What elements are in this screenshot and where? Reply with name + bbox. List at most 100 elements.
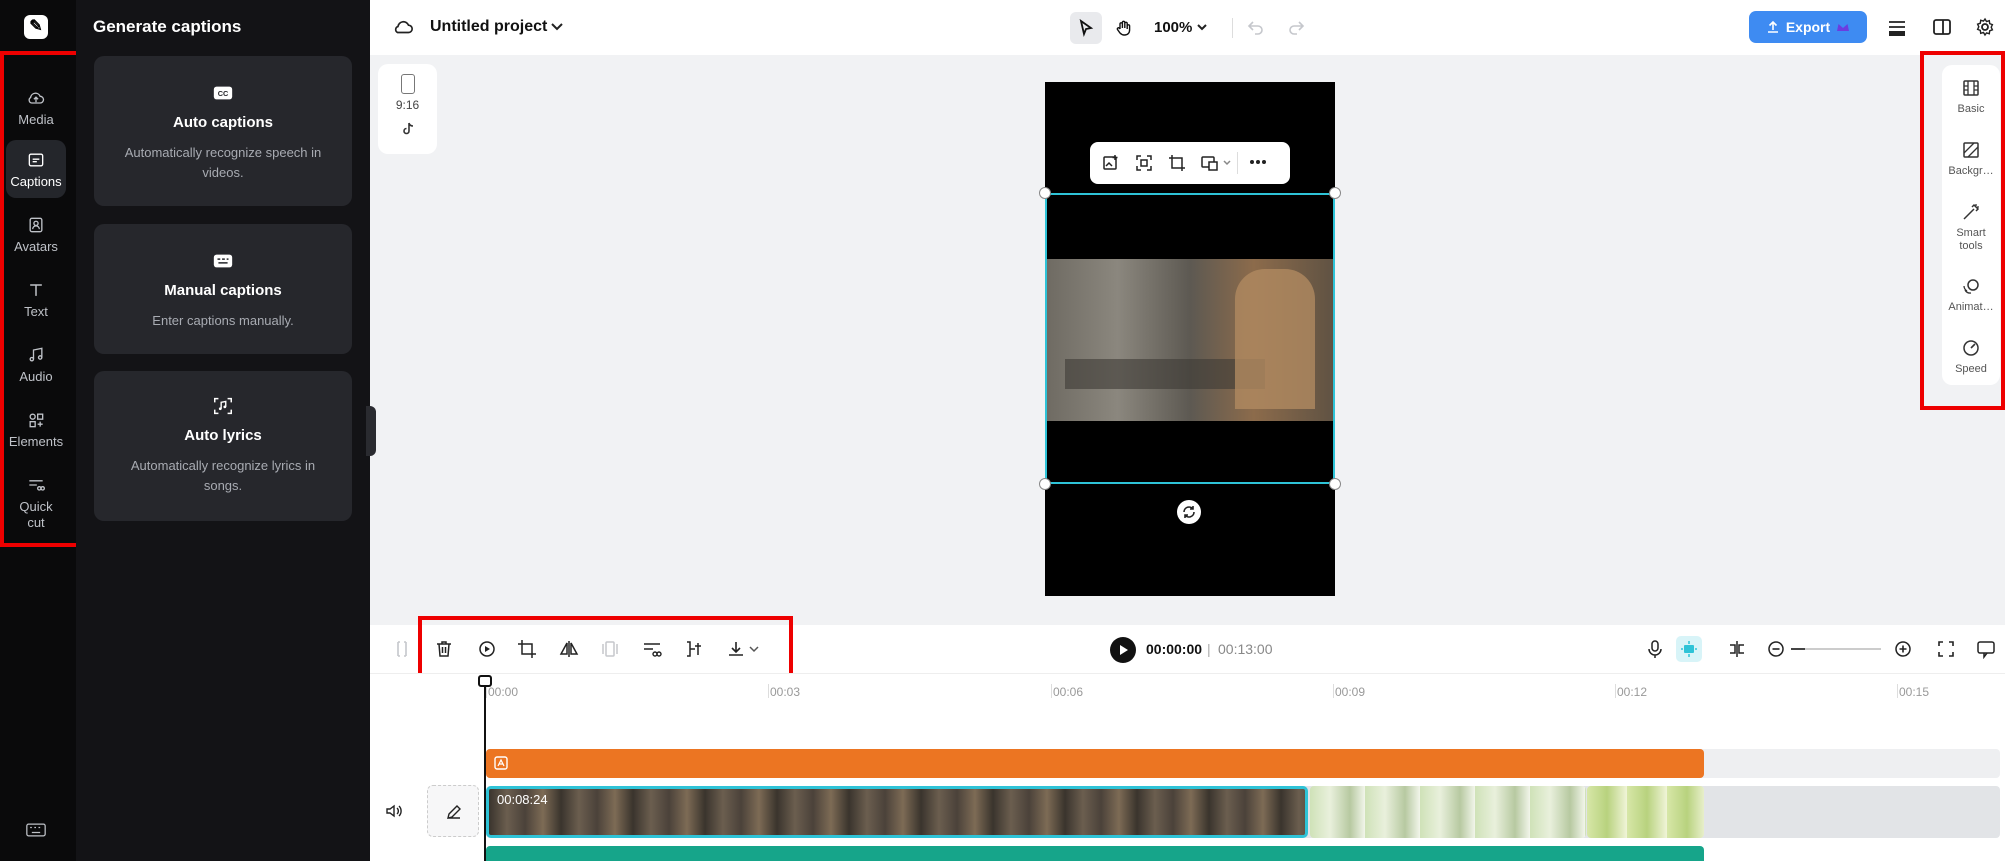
right-item-speed[interactable]: Speed <box>1942 339 2000 376</box>
audio-track-clip[interactable] <box>486 846 1704 861</box>
rail-item-media[interactable]: Media <box>6 78 66 136</box>
total-duration: 00:13:00 <box>1218 641 1273 657</box>
chevron-down-icon[interactable] <box>748 644 760 654</box>
auto-lyrics-card[interactable]: Auto lyrics Automatically recognize lyri… <box>94 371 352 521</box>
resize-handle-top-left[interactable] <box>1039 187 1051 199</box>
background-icon <box>1963 142 1979 158</box>
undo-icon[interactable] <box>1247 18 1265 36</box>
hand-icon <box>1116 20 1131 36</box>
zoom-out-icon[interactable] <box>1766 639 1786 659</box>
text-track-clip[interactable] <box>486 749 1704 778</box>
upload-icon <box>1767 20 1778 33</box>
layout-panel-icon[interactable] <box>1932 17 1952 37</box>
rail-item-captions[interactable]: Captions <box>6 140 66 198</box>
fit-frame-icon[interactable] <box>1135 154 1153 172</box>
card-description: Enter captions manually. <box>152 313 294 328</box>
manual-captions-card[interactable]: Manual captions Enter captions manually. <box>94 224 352 354</box>
mask-icon[interactable] <box>1201 154 1219 172</box>
rotate-handle[interactable] <box>1177 500 1201 524</box>
keyboard-shortcuts-icon[interactable] <box>26 822 46 838</box>
cursor-icon <box>1079 19 1094 37</box>
redo-icon[interactable] <box>1287 18 1305 36</box>
split-icon[interactable] <box>392 639 412 659</box>
text-clip-icon <box>494 756 508 770</box>
quick-cut-icon[interactable] <box>642 639 662 659</box>
right-item-basic[interactable]: Basic <box>1942 79 2000 116</box>
fullscreen-icon[interactable] <box>1936 639 1956 659</box>
rotate-icon <box>1183 506 1195 518</box>
ruler-tick-label: 00:12 <box>1617 685 1648 699</box>
resize-handle-top-right[interactable] <box>1329 187 1341 199</box>
animation-icon <box>1963 279 1979 294</box>
right-item-label: Smart tools <box>1956 227 1986 252</box>
rail-item-label: Quick cut <box>19 499 53 530</box>
zoom-slider-fill <box>1791 648 1805 650</box>
resize-handle-bottom-left[interactable] <box>1039 478 1051 490</box>
rail-item-label: Text <box>24 304 48 319</box>
select-tool-button[interactable] <box>1070 12 1102 44</box>
timeline-ruler[interactable]: 00:00 00:03 00:06 00:09 00:12 00:15 <box>370 673 2005 713</box>
cloud-save-icon[interactable] <box>392 17 414 37</box>
resize-handle-bottom-right[interactable] <box>1329 478 1341 490</box>
zoom-in-icon[interactable] <box>1893 639 1913 659</box>
collapse-panel-handle[interactable] <box>366 406 376 456</box>
right-item-label: Animat… <box>1948 301 1994 313</box>
portrait-frame-icon <box>400 74 415 94</box>
crop-icon[interactable] <box>517 639 537 659</box>
video-clip-selected[interactable]: 00:08:24 <box>486 786 1308 838</box>
edit-cover-button[interactable] <box>427 785 479 837</box>
magnet-snap-toggle[interactable] <box>1676 636 1702 662</box>
hand-tool-button[interactable] <box>1108 12 1140 44</box>
layers-icon[interactable] <box>1886 17 1908 39</box>
playhead-handle[interactable] <box>478 675 492 687</box>
right-item-label: Speed <box>1955 363 1987 375</box>
auto-captions-card[interactable]: CC Auto captions Automatically recognize… <box>94 56 352 206</box>
volume-icon[interactable] <box>385 802 403 820</box>
rail-item-elements[interactable]: Elements <box>6 400 66 458</box>
current-time: 00:00:00 <box>1146 641 1203 657</box>
feedback-icon[interactable] <box>1976 639 1996 659</box>
basic-film-icon <box>1963 80 1979 96</box>
selection-frame[interactable] <box>1045 193 1335 484</box>
chevron-down-icon[interactable] <box>1222 158 1232 168</box>
snap-icon <box>1681 641 1697 657</box>
video-clip[interactable] <box>1587 786 1704 838</box>
captions-icon <box>28 153 44 167</box>
pencil-icon <box>447 805 461 819</box>
video-clip[interactable] <box>1310 786 1586 838</box>
play-button[interactable] <box>1110 637 1136 663</box>
rail-item-quick-cut[interactable]: Quick cut <box>6 465 66 537</box>
captions-panel: Generate captions CC Auto captions Autom… <box>76 0 370 861</box>
right-item-animation[interactable]: Animat… <box>1942 277 2000 314</box>
settings-gear-icon[interactable] <box>1975 17 1995 37</box>
keyboard-icon <box>213 254 233 268</box>
export-button[interactable]: Export <box>1749 11 1867 43</box>
rail-item-avatars[interactable]: Avatars <box>6 205 66 263</box>
freeze-frame-icon[interactable] <box>600 639 620 659</box>
playhead[interactable] <box>484 678 486 861</box>
delete-trash-icon[interactable] <box>434 639 454 659</box>
rail-item-audio[interactable]: Audio <box>6 335 66 393</box>
flip-icon[interactable] <box>559 639 579 659</box>
tiktok-icon <box>402 122 413 135</box>
right-item-label: Backgr… <box>1948 165 1994 177</box>
crop-icon[interactable] <box>1168 154 1186 172</box>
right-item-background[interactable]: Backgr… <box>1942 141 2000 178</box>
more-options-icon[interactable] <box>1248 157 1268 167</box>
trim-add-icon[interactable] <box>684 639 704 659</box>
rail-item-text[interactable]: Text <box>6 270 66 328</box>
split-clip-icon[interactable] <box>1727 639 1747 659</box>
project-title[interactable]: Untitled project <box>430 18 547 36</box>
left-rail: ✎ Media Captions Avatars Text Audio Elem… <box>0 0 76 861</box>
zoom-value: 100% <box>1154 18 1193 36</box>
chevron-down-icon[interactable] <box>550 21 564 33</box>
replace-image-icon[interactable] <box>1102 154 1120 172</box>
rail-item-label: Avatars <box>14 239 58 254</box>
right-item-smart-tools[interactable]: Smart tools <box>1942 203 2000 253</box>
aspect-ratio-widget[interactable]: 9:16 <box>378 64 437 154</box>
microphone-icon[interactable] <box>1645 639 1665 659</box>
zoom-dropdown[interactable]: 100% <box>1154 16 1208 38</box>
replace-clip-icon[interactable] <box>477 639 497 659</box>
download-icon[interactable] <box>726 639 746 659</box>
music-note-icon <box>29 347 43 362</box>
